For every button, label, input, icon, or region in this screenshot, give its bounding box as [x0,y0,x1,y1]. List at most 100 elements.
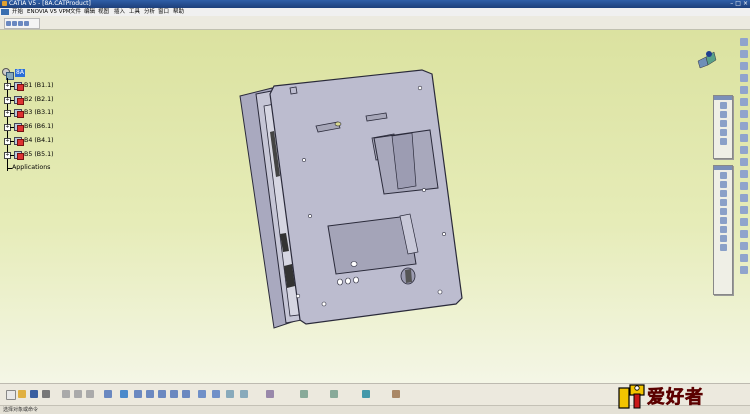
hide-show-icon[interactable] [240,390,248,398]
pan-icon[interactable] [740,266,748,274]
copy-icon[interactable] [74,390,82,398]
tree-item-label[interactable]: B2 (B2.1) [24,96,54,104]
pan-icon[interactable] [719,111,727,118]
menu-help[interactable]: 帮助 [173,8,184,16]
menu-window[interactable]: 窗口 [158,8,169,16]
window-controls: – □ × [730,0,748,8]
rotate-icon[interactable] [719,244,727,251]
zoom-in-icon[interactable] [719,129,727,136]
fit-all-icon[interactable] [134,390,142,398]
part-icon [14,151,24,160]
zoom-out-icon[interactable] [740,98,748,106]
iso-view-icon[interactable] [719,190,727,197]
pan-icon[interactable] [719,235,727,242]
menu-enovia[interactable]: ENOVIA V5 VPM [27,8,71,16]
menu-file[interactable]: 文件 [70,8,81,16]
open-folder-icon[interactable] [18,390,26,398]
view-toolbar [713,95,733,159]
watermark-text: 爱好者 [647,387,704,409]
zoom-out-icon[interactable] [182,390,190,398]
zoom-in-icon[interactable] [740,86,748,94]
menu-tools[interactable]: 工具 [129,8,140,16]
zoom-in-icon[interactable] [170,390,178,398]
normal-view-icon[interactable] [740,182,748,190]
rotate-icon[interactable] [719,120,727,127]
cut-icon[interactable] [62,390,70,398]
print-icon[interactable] [42,390,50,398]
part-icon [14,96,24,105]
iso-view-icon[interactable] [212,390,220,398]
select-icon[interactable] [719,217,727,224]
apply-material-icon[interactable] [266,390,274,398]
zoom-in-icon[interactable] [740,230,748,238]
zoom-out-icon[interactable] [719,138,727,145]
catalog-icon[interactable] [392,390,400,398]
select-icon[interactable] [740,146,748,154]
tree-item-label[interactable]: Applications [12,164,50,172]
iso-view-icon[interactable] [740,218,748,226]
fly-icon[interactable] [24,21,29,26]
hide-show-icon[interactable] [740,206,748,214]
shading-icon[interactable] [719,199,727,206]
normal-view-icon[interactable] [198,390,206,398]
part-icon[interactable] [740,170,748,178]
part-icon[interactable] [18,21,23,26]
menu-view[interactable]: 视图 [98,8,109,16]
tree-item-label[interactable]: B5 (B5.1) [24,151,54,159]
measure-item-icon[interactable] [330,390,338,398]
rotate-icon[interactable] [740,254,748,262]
menu-edit[interactable]: 编辑 [84,8,95,16]
shading-icon[interactable] [226,390,234,398]
iso-view-icon[interactable] [740,50,748,58]
watermark-figure-icon [618,384,645,409]
pan-icon[interactable] [740,110,748,118]
rotate-icon[interactable] [158,390,166,398]
save-icon[interactable] [30,390,38,398]
rotate-icon[interactable] [740,122,748,130]
tree-item-label[interactable]: B4 (B4.1) [24,137,54,145]
maximize-button[interactable]: □ [735,0,741,8]
product-icon[interactable] [740,158,748,166]
toolbar-handle[interactable] [714,166,732,170]
close-button[interactable]: × [743,0,748,8]
paste-icon[interactable] [86,390,94,398]
catia-logo-icon [1,9,9,15]
tree-item-label[interactable]: B1 (B1.1) [24,82,54,90]
tree-item-label[interactable]: B6 (B6.1) [24,123,54,131]
hide-show-icon[interactable] [719,208,727,215]
forum-watermark-logo: 爱好者 [617,382,747,410]
web-icon[interactable] [362,390,370,398]
3d-part-model[interactable] [234,66,470,332]
fly-icon[interactable] [120,390,128,398]
tree-root-label[interactable]: 8A [15,69,25,77]
part-icon [14,137,24,146]
zoom-out-icon[interactable] [740,242,748,250]
minimize-button[interactable]: – [730,0,733,8]
normal-view-icon[interactable] [740,38,748,46]
select-icon[interactable] [104,390,112,398]
menu-insert[interactable]: 插入 [114,8,125,16]
new-file-icon[interactable] [6,390,16,400]
fly-icon[interactable] [740,134,748,142]
menu-analysis[interactable]: 分析 [144,8,155,16]
top-toolbar [0,16,750,30]
menu-start[interactable]: 开始 [12,8,23,16]
hide-show-icon[interactable] [740,74,748,82]
title-bar: CATIA V5 - [8A.CATProduct] – □ × [0,0,750,8]
toolbar-handle[interactable] [714,96,732,100]
compass-icon[interactable] [696,47,718,69]
part-icon[interactable] [719,181,727,188]
pan-icon[interactable] [146,390,154,398]
product-icon[interactable] [12,21,17,26]
select-toolbar [4,18,40,29]
normal-view-icon[interactable] [719,102,727,109]
shading-icon[interactable] [740,194,748,202]
shading-icon[interactable] [740,62,748,70]
fly-icon[interactable] [719,226,727,233]
select-icon[interactable] [6,21,11,26]
product-icon[interactable] [719,172,727,179]
tree-item-label[interactable]: B3 (B3.1) [24,109,54,117]
right-docked-toolbar [738,34,750,383]
measure-icon[interactable] [300,390,308,398]
product-icon[interactable] [2,68,14,80]
